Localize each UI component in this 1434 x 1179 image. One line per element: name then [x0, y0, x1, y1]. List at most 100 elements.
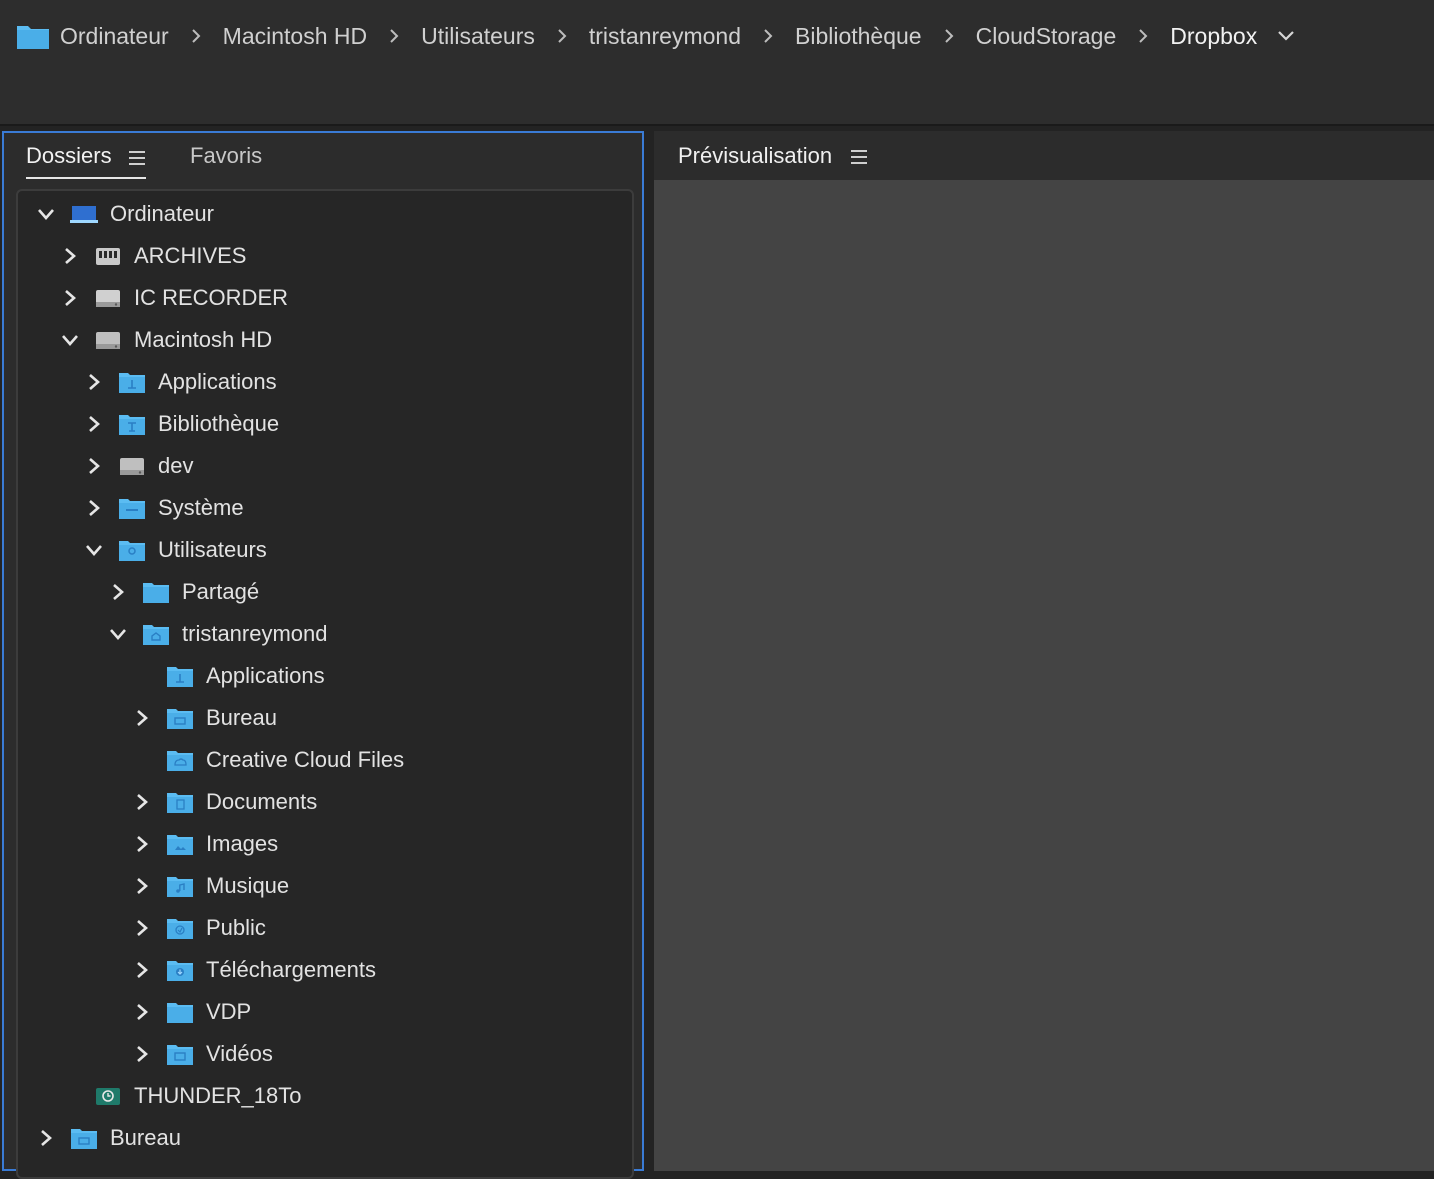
- tree-item-label: Téléchargements: [206, 957, 376, 982]
- pictures-folder-icon: [166, 832, 194, 856]
- tree-item-dev[interactable]: dev: [18, 445, 632, 487]
- tree-item-macintosh-hd[interactable]: Macintosh HD: [18, 319, 632, 361]
- library-folder-icon: [118, 412, 146, 436]
- tree-item-label: dev: [158, 453, 194, 478]
- chevron-right-icon[interactable]: [82, 487, 106, 529]
- panel-menu-icon[interactable]: [850, 149, 868, 170]
- tree-item-applications[interactable]: Applications: [18, 361, 632, 403]
- chevron-right-icon[interactable]: [106, 571, 130, 613]
- tree-item-label: Bibliothèque: [158, 411, 280, 436]
- crumb-dropbox[interactable]: Dropbox: [1170, 23, 1257, 50]
- users-folder-icon: [118, 538, 146, 562]
- tree-item-label: ARCHIVES: [134, 243, 247, 268]
- public-folder-icon: [166, 916, 194, 940]
- tree-item-label: Utilisateurs: [158, 537, 267, 562]
- chevron-down-icon[interactable]: [34, 193, 58, 235]
- tab-previsualisation[interactable]: Prévisualisation: [678, 143, 832, 169]
- tree-item-thunder-18to[interactable]: THUNDER_18To: [18, 1075, 632, 1117]
- chevron-down-icon[interactable]: [82, 529, 106, 571]
- chevron-right-icon[interactable]: [130, 697, 154, 739]
- tree-item-musique[interactable]: Musique: [18, 865, 632, 907]
- tree-item-documents[interactable]: Documents: [18, 781, 632, 823]
- crumb-cloudstorage[interactable]: CloudStorage: [976, 23, 1117, 50]
- preview-area: [654, 180, 1434, 1171]
- chevron-right-icon: [1116, 14, 1170, 58]
- computer-icon: [70, 202, 98, 226]
- tree-item-bureau[interactable]: Bureau: [18, 697, 632, 739]
- chevron-right-icon: [367, 14, 421, 58]
- tree-item-label: Public: [206, 915, 266, 940]
- hard-drive-icon: [118, 454, 146, 478]
- crumb-tristanreymond[interactable]: tristanreymond: [589, 23, 741, 50]
- tree-item-syst-me[interactable]: Système: [18, 487, 632, 529]
- panel-menu-icon[interactable]: [128, 150, 146, 171]
- tree-item-label: VDP: [206, 999, 252, 1024]
- tree-item-label: Images: [206, 831, 279, 856]
- chevron-right-icon: [169, 14, 223, 58]
- tree-item-vid-os[interactable]: Vidéos: [18, 1033, 632, 1075]
- chevron-right-icon[interactable]: [130, 1033, 154, 1075]
- chevron-right-icon[interactable]: [130, 823, 154, 865]
- tree-item-t-l-chargements[interactable]: Téléchargements: [18, 949, 632, 991]
- chevron-right-icon: [535, 14, 589, 58]
- tab-dossiers[interactable]: Dossiers: [26, 143, 112, 169]
- folder-icon: [142, 580, 170, 604]
- tree-item-label: Applications: [158, 369, 277, 394]
- tree-item-public[interactable]: Public: [18, 907, 632, 949]
- chevron-right-icon[interactable]: [130, 949, 154, 991]
- chevron-down-icon[interactable]: [106, 613, 130, 655]
- crumb-bibliotheque[interactable]: Bibliothèque: [795, 23, 922, 50]
- applications-folder-icon: [118, 370, 146, 394]
- tree-item-biblioth-que[interactable]: Bibliothèque: [18, 403, 632, 445]
- tree-item-bureau[interactable]: Bureau: [18, 1117, 632, 1159]
- tree-item-images[interactable]: Images: [18, 823, 632, 865]
- tree-item-creative-cloud-files[interactable]: Creative Cloud Files: [18, 739, 632, 781]
- chevron-right-icon[interactable]: [34, 1117, 58, 1159]
- tree-item-label: Bureau: [110, 1125, 181, 1150]
- tree-item-vdp[interactable]: VDP: [18, 991, 632, 1033]
- chevron-right-icon: [922, 14, 976, 58]
- preview-header: Prévisualisation: [654, 131, 1434, 180]
- tree-item-label: Musique: [206, 873, 290, 898]
- tree-item-label: Applications: [206, 663, 325, 688]
- chevron-right-icon[interactable]: [130, 865, 154, 907]
- hard-drive-icon: [94, 328, 122, 352]
- tree-item-ic-recorder[interactable]: IC RECORDER: [18, 277, 632, 319]
- chevron-right-icon[interactable]: [130, 781, 154, 823]
- chevron-right-icon[interactable]: [58, 277, 82, 319]
- tree-item-label: Vidéos: [206, 1041, 273, 1066]
- tree-item-ordinateur[interactable]: Ordinateur: [18, 193, 632, 235]
- tree-item-label: THUNDER_18To: [134, 1083, 302, 1108]
- chevron-down-icon[interactable]: [1277, 30, 1305, 42]
- folder-icon: [16, 22, 50, 50]
- chevron-right-icon[interactable]: [82, 403, 106, 445]
- tree-item-utilisateurs[interactable]: Utilisateurs: [18, 529, 632, 571]
- chevron-right-icon[interactable]: [82, 361, 106, 403]
- panel-tabs: Dossiers Favoris: [4, 133, 642, 187]
- desktop-folder-icon: [166, 706, 194, 730]
- crumb-ordinateur[interactable]: Ordinateur: [60, 23, 169, 50]
- documents-folder-icon: [166, 790, 194, 814]
- breadcrumb: Ordinateur Macintosh HD Utilisateurs tri…: [16, 14, 1305, 58]
- desktop-folder-icon: [70, 1126, 98, 1150]
- chevron-right-icon[interactable]: [82, 445, 106, 487]
- crumb-macintosh-hd[interactable]: Macintosh HD: [223, 23, 367, 50]
- tab-favoris[interactable]: Favoris: [190, 143, 262, 169]
- tree-item-applications[interactable]: Applications: [18, 655, 632, 697]
- folder-tree: Ordinateur ARCHIVES IC RECORDER Macintosh H…: [16, 189, 634, 1179]
- folders-panel: Dossiers Favoris Ordinateur ARCHIVES IC RE…: [2, 131, 644, 1179]
- tree-item-label: Documents: [206, 789, 318, 814]
- crumb-utilisateurs[interactable]: Utilisateurs: [421, 23, 535, 50]
- tree-item-label: Ordinateur: [110, 201, 214, 226]
- tree-item-partag-[interactable]: Partagé: [18, 571, 632, 613]
- chevron-right-icon[interactable]: [58, 235, 82, 277]
- tree-item-tristanreymond[interactable]: tristanreymond: [18, 613, 632, 655]
- chevron-right-icon[interactable]: [130, 991, 154, 1033]
- tree-item-archives[interactable]: ARCHIVES: [18, 235, 632, 277]
- tree-item-label: Bureau: [206, 705, 277, 730]
- chevron-right-icon[interactable]: [130, 907, 154, 949]
- nas-drive-icon: [94, 244, 122, 268]
- chevron-down-icon[interactable]: [58, 319, 82, 361]
